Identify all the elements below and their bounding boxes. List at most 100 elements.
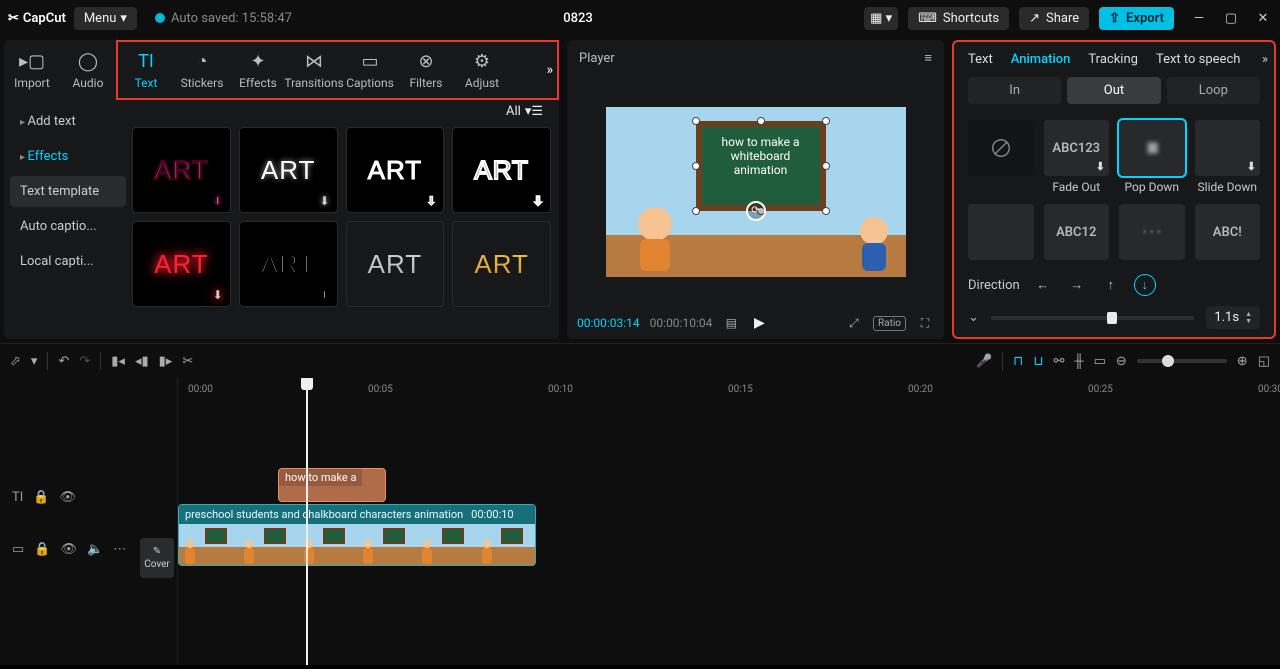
player-menu-icon[interactable]: ≡ <box>924 50 932 66</box>
rows-icon[interactable]: ▤ <box>722 316 740 330</box>
minimize-button[interactable]: — <box>1190 11 1208 26</box>
dir-down[interactable]: ↓ <box>1134 274 1156 296</box>
shortcuts-button[interactable]: ⌨ Shortcuts <box>908 7 1009 30</box>
preview-icon[interactable]: ▭ <box>1094 354 1106 369</box>
text-effect-thumb[interactable]: ART⬇ <box>132 221 231 307</box>
anim-none[interactable] <box>968 120 1034 176</box>
menu-button[interactable]: Menu ▾ <box>74 7 137 30</box>
tab-effects[interactable]: ✦ Effects <box>230 42 286 98</box>
duration-stepper[interactable]: ▲▼ <box>1245 311 1252 325</box>
tab-captions[interactable]: ▭ Captions <box>342 42 398 98</box>
tab-filters[interactable]: ⊗ Filters <box>398 42 454 98</box>
dir-up[interactable]: ↑ <box>1100 274 1122 296</box>
scale-icon[interactable]: ⤢ <box>845 316 863 331</box>
text-effect-thumb[interactable]: ART⬇ <box>452 221 551 307</box>
zoom-fit-button[interactable]: ◱ <box>1258 354 1270 369</box>
text-effect-thumb[interactable]: ART⬇ <box>239 221 338 307</box>
anim-pop-down[interactable]: |||||||| <box>1119 120 1185 176</box>
pointer-dropdown[interactable]: ▾ <box>31 354 38 369</box>
text-clip[interactable]: how to make a <box>278 468 386 502</box>
video-clip[interactable]: preschool students and chalkboard charac… <box>178 504 536 566</box>
zoom-in-button[interactable]: ⊕ <box>1237 354 1248 369</box>
tab-stickers[interactable]: ◔ Stickers <box>174 42 230 98</box>
text-effect-thumb[interactable]: ART⬇ <box>239 127 338 213</box>
anim-thumb[interactable]: · · · <box>1119 204 1185 260</box>
export-button[interactable]: ⇪ Export <box>1099 7 1174 30</box>
zoom-out-button[interactable]: ⊖ <box>1116 354 1127 369</box>
transitions-icon: ⋈ <box>305 51 323 72</box>
lock-icon[interactable]: 🔒 <box>33 490 49 505</box>
share-button[interactable]: ↗ Share <box>1019 7 1089 30</box>
layout-button[interactable]: ▦ ▾ <box>864 7 898 30</box>
collapse-button[interactable]: ⌄ <box>968 310 979 325</box>
inspector-overflow-button[interactable]: » <box>1262 52 1268 67</box>
dir-left[interactable]: ← <box>1032 274 1054 296</box>
eye-icon[interactable]: 👁 <box>60 542 77 557</box>
split-left-tool[interactable]: ◂▮ <box>135 354 149 369</box>
sidebar-item-add-text[interactable]: Add text <box>10 106 126 137</box>
split-tool[interactable]: ▮◂ <box>111 354 125 369</box>
undo-button[interactable]: ↶ <box>58 354 69 369</box>
segment-in[interactable]: In <box>968 77 1061 104</box>
anim-thumb[interactable] <box>968 204 1034 260</box>
fullscreen-button[interactable]: ⛶ <box>916 316 934 331</box>
segment-loop[interactable]: Loop <box>1167 77 1260 104</box>
redo-button[interactable]: ↷ <box>79 354 90 369</box>
anim-thumb[interactable]: ABC! <box>1195 204 1261 260</box>
segment-out[interactable]: Out <box>1067 77 1160 104</box>
duration-value[interactable]: 1.1s ▲▼ <box>1206 306 1260 329</box>
mic-button[interactable]: 🎤 <box>976 354 992 369</box>
pointer-tool[interactable]: ⬀ <box>10 354 21 369</box>
text-effect-thumb[interactable]: ART⬇ <box>346 127 445 213</box>
inspector-tab-tracking[interactable]: Tracking <box>1088 52 1138 67</box>
tab-import[interactable]: ▸▢ Import <box>4 40 60 100</box>
inspector-tab-tts[interactable]: Text to speech <box>1156 52 1240 67</box>
text-track[interactable]: how to make a <box>178 468 1280 502</box>
sidebar-item-auto-captions[interactable]: Auto captio... <box>10 211 126 242</box>
inspector-tab-text[interactable]: Text <box>968 52 993 67</box>
lock-icon[interactable]: 🔒 <box>34 542 50 557</box>
refresh-icon[interactable]: ⟳ <box>746 201 766 221</box>
split-right-tool[interactable]: ▮▸ <box>159 354 173 369</box>
close-button[interactable]: ✕ <box>1254 11 1272 26</box>
tab-text[interactable]: TI Text <box>118 42 174 98</box>
magnet-on-icon[interactable]: ⊓ <box>1013 354 1023 369</box>
tab-audio[interactable]: ◯ Audio <box>60 40 116 100</box>
text-effect-thumb[interactable]: ART⬇ <box>346 221 445 307</box>
crop-tool[interactable]: ✂ <box>182 354 193 369</box>
playhead[interactable] <box>306 378 308 665</box>
duration-slider[interactable] <box>991 316 1194 320</box>
inspector-tab-animation[interactable]: Animation <box>1011 52 1071 67</box>
tab-transitions[interactable]: ⋈ Transitions <box>286 42 342 98</box>
anim-slide-down[interactable]: ⬇ <box>1195 120 1261 176</box>
link-icon[interactable]: ⚯ <box>1053 354 1064 369</box>
time-ruler[interactable]: 00:00 00:05 00:10 00:15 00:20 00:25 00:3… <box>178 378 1280 404</box>
play-button[interactable]: ▶ <box>750 315 768 331</box>
eye-icon[interactable]: 👁 <box>59 490 76 505</box>
mute-icon[interactable]: 🔈 <box>87 542 103 557</box>
link-on-icon[interactable]: ⊔ <box>1033 354 1043 369</box>
timeline-tracks[interactable]: 00:00 00:05 00:10 00:15 00:20 00:25 00:3… <box>178 378 1280 665</box>
animation-grid: ABC123⬇ Fade Out |||||||| Pop Down ⬇ Sli… <box>954 112 1274 268</box>
tab-adjust[interactable]: ⚙ Adjust <box>454 42 510 98</box>
zoom-slider[interactable] <box>1137 359 1227 363</box>
anim-fade-out[interactable]: ABC123⬇ <box>1044 120 1110 176</box>
grid-filter[interactable]: All ▾☰ <box>132 100 551 123</box>
ratio-button[interactable]: Ratio <box>873 316 906 331</box>
anim-thumb[interactable]: ABC12 <box>1044 204 1110 260</box>
text-effect-thumb[interactable]: ART⬇ <box>452 127 551 213</box>
dir-right[interactable]: → <box>1066 274 1088 296</box>
sidebar-item-effects[interactable]: Effects <box>10 141 126 172</box>
text-effect-thumb[interactable]: ART⬇ <box>132 127 231 213</box>
preview-viewport[interactable]: how to make a whiteboard animation ⟳ <box>567 76 944 307</box>
tabs-overflow-button[interactable]: » <box>546 62 553 78</box>
video-track[interactable]: preschool students and chalkboard charac… <box>178 504 1280 566</box>
cover-button[interactable]: ✎ Cover <box>140 538 174 578</box>
sidebar-item-text-template[interactable]: Text template <box>10 176 126 207</box>
none-icon <box>990 137 1012 159</box>
maximize-button[interactable]: ▢ <box>1222 11 1240 26</box>
align-icon[interactable]: ╫ <box>1074 353 1083 369</box>
sidebar-item-local-captions[interactable]: Local capti... <box>10 246 126 277</box>
more-icon[interactable]: ⋯ <box>113 542 126 557</box>
text-element-selected[interactable]: how to make a whiteboard animation <box>696 121 826 211</box>
